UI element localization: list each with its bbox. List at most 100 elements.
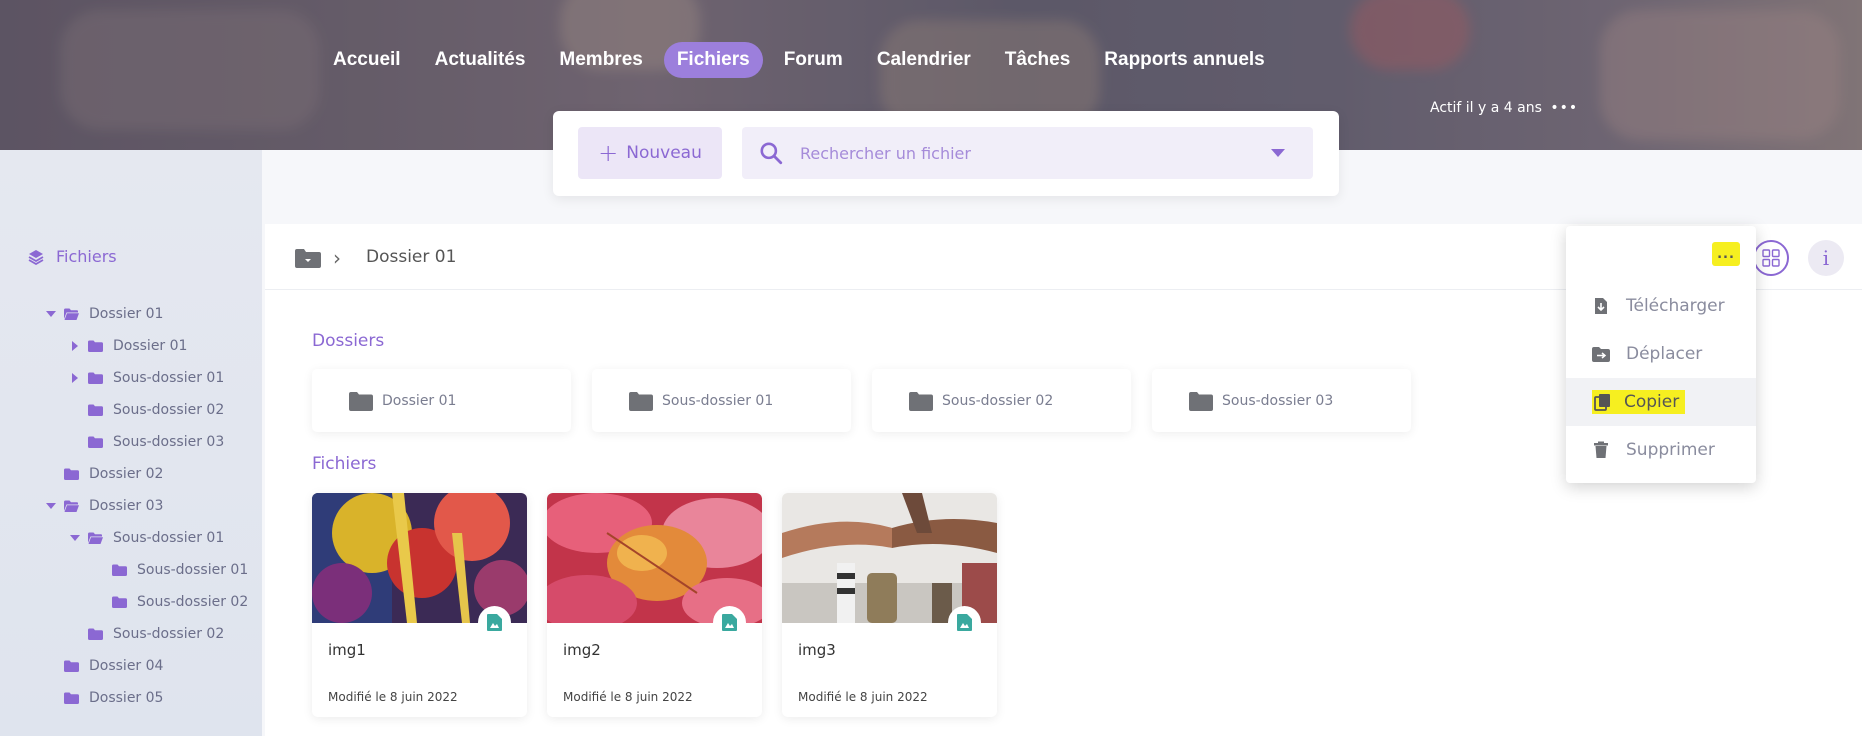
breadcrumb-current[interactable]: Dossier 01 <box>366 247 456 267</box>
image-file-icon <box>722 614 737 631</box>
thumbnail-leaves-image <box>547 493 762 623</box>
sidebar-tree-item[interactable]: Sous-dossier 02 <box>68 626 224 642</box>
folder-open-icon <box>64 500 79 512</box>
folder-card[interactable]: Dossier 01 <box>312 369 571 432</box>
folder-card-label: Dossier 01 <box>382 392 457 409</box>
new-button-label: Nouveau <box>626 143 702 163</box>
sidebar-tree-item[interactable]: Sous-dossier 02 <box>68 402 224 418</box>
trash-icon <box>1594 441 1608 458</box>
sidebar-tree-label: Sous-dossier 01 <box>113 370 225 386</box>
folder-icon <box>88 372 103 384</box>
sidebar-tree-label: Sous-dossier 01 <box>137 562 249 578</box>
menu-item-delete[interactable]: Supprimer <box>1566 426 1756 474</box>
thumbnail-paint-image <box>312 493 527 623</box>
plus-icon: + <box>598 139 619 167</box>
nav-item-rapports-annuels[interactable]: Rapports annuels <box>1091 42 1277 78</box>
activity-text: Actif il y a 4 ans <box>1430 100 1542 116</box>
image-file-icon <box>957 614 972 631</box>
grid-view-button[interactable] <box>1753 240 1789 276</box>
chevron-down-icon[interactable] <box>1271 149 1285 157</box>
sidebar-tree-item[interactable]: Sous-dossier 01 <box>68 370 224 386</box>
nav-item-accueil[interactable]: Accueil <box>320 42 414 78</box>
sidebar-tree-label: Dossier 03 <box>89 498 164 514</box>
folder-icon <box>112 596 127 608</box>
file-type-badge <box>713 606 746 639</box>
sidebar-tree-item[interactable]: Dossier 02 <box>44 466 163 482</box>
nav-item-membres[interactable]: Membres <box>546 42 655 78</box>
more-actions-button[interactable]: ... <box>1712 242 1740 266</box>
more-icon[interactable]: ••• <box>1550 100 1578 116</box>
file-card[interactable]: img2 Modifié le 8 juin 2022 <box>547 493 762 717</box>
folder-icon <box>349 391 373 411</box>
folder-card-label: Sous-dossier 03 <box>1222 392 1334 409</box>
folder-icon <box>909 391 933 411</box>
folder-open-icon <box>88 532 103 544</box>
sidebar-tree-item[interactable]: Sous-dossier 02 <box>92 594 248 610</box>
sidebar-tree-item[interactable]: Dossier 03 <box>44 498 163 514</box>
folder-card-label: Sous-dossier 02 <box>942 392 1054 409</box>
sidebar-tree-label: Dossier 01 <box>89 306 164 322</box>
sidebar-tree-item[interactable]: Sous-dossier 03 <box>68 434 224 450</box>
folder-card[interactable]: Sous-dossier 01 <box>592 369 851 432</box>
thumbnail-teamwork-image <box>782 493 997 623</box>
file-card[interactable]: img1 Modifié le 8 juin 2022 <box>312 493 527 717</box>
sidebar-tree-item[interactable]: Sous-dossier 01 <box>68 530 224 546</box>
folder-card[interactable]: Sous-dossier 03 <box>1152 369 1411 432</box>
file-name: img1 <box>328 641 366 659</box>
nav-item-fichiers[interactable]: Fichiers <box>663 42 763 78</box>
folder-icon <box>64 692 79 704</box>
folder-icon <box>629 391 653 411</box>
search-icon <box>760 142 783 165</box>
nav-item-t-ches[interactable]: Tâches <box>992 42 1083 78</box>
menu-item-label: Supprimer <box>1626 440 1715 460</box>
download-file-icon <box>1595 298 1607 314</box>
file-card[interactable]: img3 Modifié le 8 juin 2022 <box>782 493 997 717</box>
caret-down-icon[interactable] <box>44 503 58 509</box>
files-section-title: Fichiers <box>312 454 377 474</box>
folder-open-icon <box>64 308 79 320</box>
file-modified-date: Modifié le 8 juin 2022 <box>798 690 928 704</box>
layers-icon <box>28 249 44 265</box>
sidebar: Fichiers Dossier 01 Dossier 01 Sous-dossie… <box>0 150 262 736</box>
activity-status: Actif il y a 4 ans ••• <box>1430 100 1578 116</box>
sidebar-tree-label: Dossier 02 <box>89 466 164 482</box>
caret-down-icon[interactable] <box>44 311 58 317</box>
menu-item-label: Déplacer <box>1626 344 1703 364</box>
sidebar-tree-item[interactable]: Dossier 01 <box>68 338 187 354</box>
grid-icon <box>1762 249 1780 267</box>
file-actions-menu: ... Télécharger Déplacer Copier Supprime <box>1566 226 1756 483</box>
nav-item-calendrier[interactable]: Calendrier <box>864 42 984 78</box>
sidebar-tree-label: Sous-dossier 02 <box>113 626 225 642</box>
search-input[interactable] <box>800 143 1271 163</box>
new-button[interactable]: + Nouveau <box>578 127 722 179</box>
file-name: img2 <box>563 641 601 659</box>
sidebar-tree-label: Dossier 05 <box>89 690 164 706</box>
chevron-right-icon: › <box>333 246 341 270</box>
folder-card-label: Sous-dossier 01 <box>662 392 774 409</box>
file-type-badge <box>478 606 511 639</box>
folder-icon <box>64 468 79 480</box>
sidebar-tree-item[interactable]: Sous-dossier 01 <box>92 562 248 578</box>
sidebar-tree-item[interactable]: Dossier 04 <box>44 658 163 674</box>
file-type-badge <box>948 606 981 639</box>
menu-item-download[interactable]: Télécharger <box>1566 282 1756 330</box>
sidebar-tree-item[interactable]: Dossier 01 <box>44 306 163 322</box>
menu-item-copy[interactable]: Copier <box>1566 378 1756 426</box>
nav-item-forum[interactable]: Forum <box>771 42 856 78</box>
caret-right-icon[interactable] <box>68 341 82 351</box>
menu-item-move[interactable]: Déplacer <box>1566 330 1756 378</box>
sidebar-tree-label: Dossier 01 <box>113 338 188 354</box>
info-button[interactable]: i <box>1808 240 1844 276</box>
sidebar-tree-label: Sous-dossier 02 <box>113 402 225 418</box>
caret-down-icon[interactable] <box>68 535 82 541</box>
folder-icon <box>88 436 103 448</box>
sidebar-tree-item[interactable]: Dossier 05 <box>44 690 163 706</box>
folders-section-title: Dossiers <box>312 331 385 351</box>
folder-card[interactable]: Sous-dossier 02 <box>872 369 1131 432</box>
caret-right-icon[interactable] <box>68 373 82 383</box>
nav-item-actualit-s[interactable]: Actualités <box>422 42 539 78</box>
folder-home-icon[interactable] <box>295 248 321 268</box>
sidebar-root-files[interactable]: Fichiers <box>28 247 117 266</box>
folder-icon <box>112 564 127 576</box>
folder-icon <box>88 628 103 640</box>
